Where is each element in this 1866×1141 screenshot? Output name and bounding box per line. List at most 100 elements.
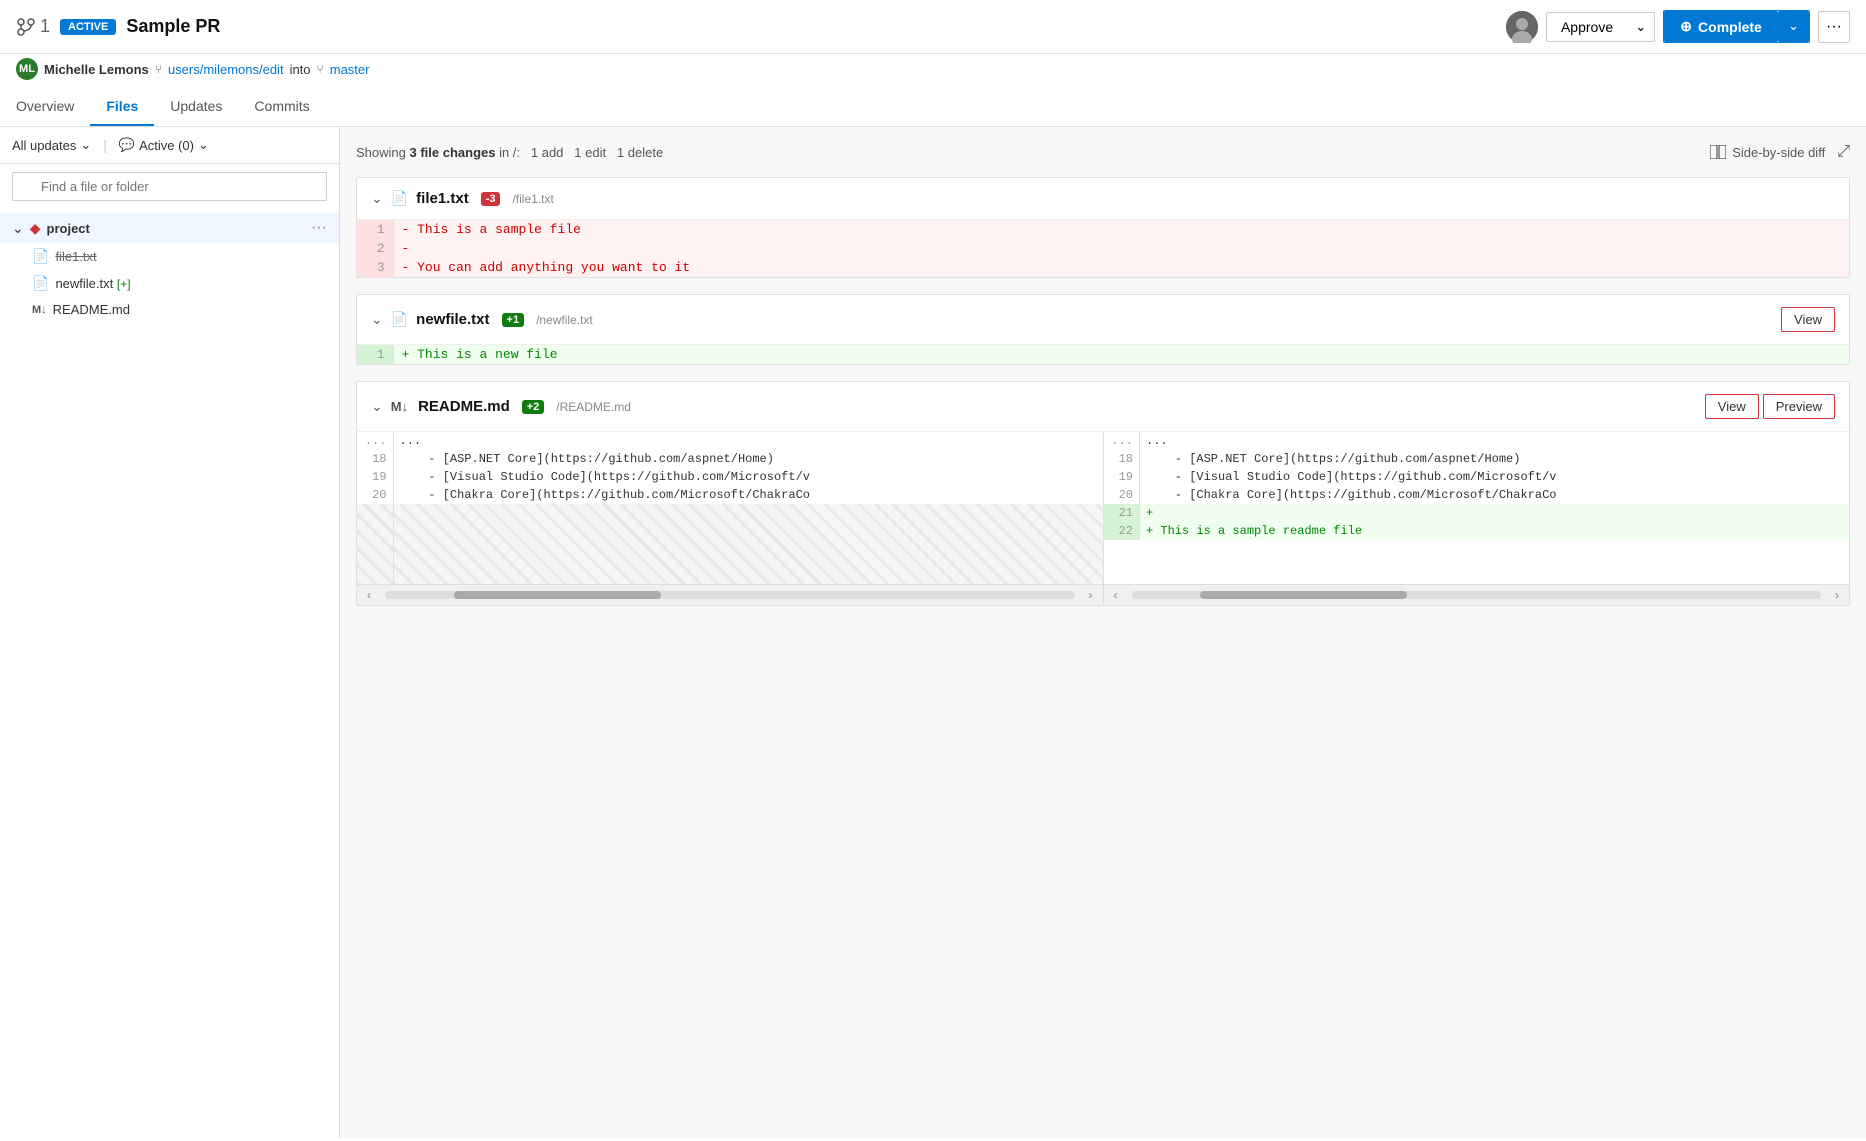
collapse-button-newfile[interactable]: ⌄ — [371, 311, 383, 328]
file-card-doc-icon-file1: 📄 — [391, 190, 408, 207]
scrollbar-track-right — [1132, 591, 1822, 599]
complete-button-group[interactable]: ⊕ Complete ⌄ — [1663, 10, 1810, 43]
diff-line: 1 - This is a sample file — [357, 220, 1849, 239]
search-box: 🔍 — [0, 164, 339, 209]
diff-line: 18 - [ASP.NET Core](https://github.com/a… — [357, 450, 1103, 468]
tree-item-file1[interactable]: 📄 file1.txt — [0, 243, 339, 270]
tab-commits[interactable]: Commits — [238, 88, 325, 126]
tree-folder-project[interactable]: ⌄ ◆ project ··· — [0, 213, 339, 243]
side-by-side-diff-readme: ... ... 18 - [ASP.NET Core](https://gith… — [357, 432, 1849, 584]
file-card-path-newfile: /newfile.txt — [536, 313, 593, 327]
file-name-new: newfile.txt [+] — [55, 276, 130, 291]
scrollbar-thumb-right — [1200, 591, 1407, 599]
tab-files[interactable]: Files — [90, 88, 154, 126]
side-by-side-label: Side-by-side diff — [1732, 145, 1825, 160]
pr-icon: 1 — [16, 16, 50, 37]
user-avatar-icon — [1506, 11, 1538, 43]
diff-content-area: Showing 3 file changes in /: 1 add 1 edi… — [340, 127, 1866, 1138]
diff-table-readme-right: ... ... 18 - [ASP.NET Core](https://gith… — [1104, 432, 1850, 540]
file-card-actions-newfile: View — [1781, 307, 1835, 332]
sub-header: ML Michelle Lemons ⑂ users/milemons/edit… — [0, 54, 1866, 88]
tree-item-newfile[interactable]: 📄 newfile.txt [+] — [0, 270, 339, 297]
into-text: into — [290, 62, 311, 77]
markdown-icon: M↓ — [32, 304, 47, 316]
diff-table-readme-left: ... ... 18 - [ASP.NET Core](https://gith… — [357, 432, 1103, 584]
file-icon: 📄 — [32, 275, 49, 292]
main-layout: All updates ⌄ | 💬 Active (0) ⌄ 🔍 ⌄ ◆ pro… — [0, 127, 1866, 1138]
file-count: 3 file changes — [409, 145, 495, 160]
summary-text: Showing 3 file changes in /: 1 add 1 edi… — [356, 145, 663, 160]
file-card-newfile: ⌄ 📄 newfile.txt +1 /newfile.txt View 1 +… — [356, 294, 1850, 365]
file-tree: ⌄ ◆ project ··· 📄 file1.txt 📄 newfile.tx… — [0, 209, 339, 326]
side-by-side-button[interactable]: Side-by-side diff — [1710, 145, 1825, 160]
scrollbar-left[interactable]: ‹ › — [357, 584, 1103, 605]
scrollbar-track-left — [385, 591, 1075, 599]
preview-button-readme[interactable]: Preview — [1763, 394, 1835, 419]
header: 1 ACTIVE Sample PR Approve ⌄ ⊕ Complete … — [0, 0, 1866, 54]
tab-bar: Overview Files Updates Commits — [0, 88, 1866, 127]
diff-table-newfile: 1 + This is a new file — [357, 345, 1849, 364]
tree-item-readme[interactable]: M↓ README.md — [0, 297, 339, 322]
diff-line: 3 - You can add anything you want to it — [357, 258, 1849, 277]
diff-right-col: ... ... 18 - [ASP.NET Core](https://gith… — [1103, 432, 1850, 584]
scroll-left-button-right[interactable]: ‹ — [1108, 588, 1124, 602]
delete-count: 1 delete — [617, 145, 663, 160]
view-button-readme[interactable]: View — [1705, 394, 1759, 419]
diff-line: 19 - [Visual Studio Code](https://github… — [1104, 468, 1850, 486]
view-button-newfile[interactable]: View — [1781, 307, 1835, 332]
comment-icon: 💬 — [119, 137, 135, 153]
scrollbar-right[interactable]: ‹ › — [1103, 584, 1850, 605]
comment-label: Active (0) — [139, 138, 194, 153]
filter-dropdown[interactable]: All updates ⌄ — [12, 137, 91, 153]
search-input[interactable] — [12, 172, 327, 201]
diff-line: 2 - — [357, 239, 1849, 258]
file-card-readme: ⌄ M↓ README.md +2 /README.md View Previe… — [356, 381, 1850, 606]
approve-button-group[interactable]: Approve ⌄ — [1546, 12, 1655, 42]
pr-count: 1 — [40, 16, 50, 37]
search-wrapper: 🔍 — [12, 172, 327, 201]
tab-overview[interactable]: Overview — [16, 88, 90, 126]
approve-button[interactable]: Approve — [1547, 13, 1627, 41]
file-card-header-file1: ⌄ 📄 file1.txt -3 /file1.txt — [357, 178, 1849, 220]
active-badge: ACTIVE — [60, 19, 116, 35]
complete-button[interactable]: ⊕ Complete — [1664, 11, 1778, 42]
source-branch-link[interactable]: users/milemons/edit — [168, 62, 284, 77]
file-card-name-readme: README.md — [418, 398, 510, 415]
file-name-deleted: file1.txt — [55, 249, 96, 264]
scroll-left-button[interactable]: ‹ — [361, 588, 377, 602]
tab-updates[interactable]: Updates — [154, 88, 238, 126]
pr-title: Sample PR — [126, 16, 220, 37]
file-card-actions-readme: View Preview — [1705, 394, 1835, 419]
more-options-button[interactable]: ··· — [1818, 11, 1850, 43]
file-sidebar: All updates ⌄ | 💬 Active (0) ⌄ 🔍 ⌄ ◆ pro… — [0, 127, 340, 1138]
folder-more-button[interactable]: ··· — [311, 219, 327, 237]
diff-left-col: ... ... 18 - [ASP.NET Core](https://gith… — [357, 432, 1103, 584]
comment-filter-dropdown[interactable]: 💬 Active (0) ⌄ — [119, 137, 209, 153]
sidebar-toolbar: All updates ⌄ | 💬 Active (0) ⌄ — [0, 127, 339, 164]
filter-label: All updates — [12, 138, 76, 153]
expand-button[interactable]: ⤢ — [1837, 143, 1850, 161]
diff-badge-newfile: +1 — [502, 313, 525, 327]
complete-dropdown-button[interactable]: ⌄ — [1778, 11, 1809, 42]
scroll-right-button[interactable]: › — [1083, 588, 1099, 602]
file-card-name-newfile: newfile.txt — [416, 311, 489, 328]
scrollbar-thumb-left — [454, 591, 661, 599]
file-icon: 📄 — [32, 248, 49, 265]
diff-badge-file1: -3 — [481, 192, 501, 206]
diff-line: 1 + This is a new file — [357, 345, 1849, 364]
approve-dropdown-button[interactable]: ⌄ — [1627, 13, 1654, 41]
diff-badge-readme: +2 — [522, 400, 545, 414]
filter-chevron-icon: ⌄ — [80, 137, 91, 153]
scroll-right-button-right[interactable]: › — [1829, 588, 1845, 602]
collapse-button-file1[interactable]: ⌄ — [371, 190, 383, 207]
diff-content-inner: Showing 3 file changes in /: 1 add 1 edi… — [340, 127, 1866, 638]
target-branch-link[interactable]: master — [330, 62, 370, 77]
add-count: 1 add — [531, 145, 564, 160]
diff-line: 18 - [ASP.NET Core](https://github.com/a… — [1104, 450, 1850, 468]
file-summary-bar: Showing 3 file changes in /: 1 add 1 edi… — [356, 143, 1850, 161]
collapse-button-readme[interactable]: ⌄ — [371, 398, 383, 415]
complete-merge-icon: ⊕ — [1680, 18, 1692, 35]
edit-count: 1 edit — [574, 145, 606, 160]
folder-repo-icon: ◆ — [30, 220, 41, 237]
added-badge: [+] — [117, 277, 131, 291]
